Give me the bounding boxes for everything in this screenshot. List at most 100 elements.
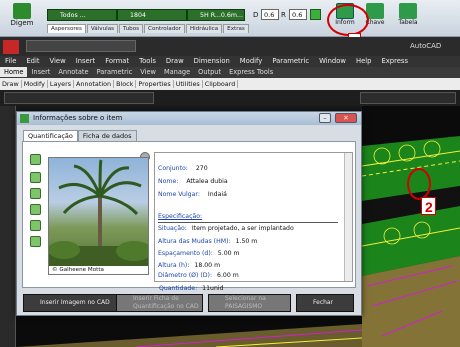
tab-home[interactable]: Home — [0, 67, 28, 77]
insert-quantification-button[interactable]: Inserir Ficha de Quantificação no CAD — [116, 294, 203, 312]
info-scrollbar[interactable] — [344, 153, 352, 281]
tab-insert[interactable]: Insert — [27, 67, 54, 77]
spec-value: 1.50 m — [235, 238, 258, 245]
close-window-button[interactable]: ✕ — [335, 113, 357, 123]
layer-toolbar[interactable] — [360, 92, 456, 104]
tab-valvulas[interactable]: Válvulas — [86, 24, 119, 33]
panel-properties[interactable]: Properties — [136, 80, 174, 88]
tab-ficha-de-dados[interactable]: Ficha de dados — [77, 130, 137, 141]
zoom-icon[interactable] — [30, 154, 41, 165]
menu-dimension[interactable]: Dimension — [194, 57, 230, 65]
menu-help[interactable]: Help — [356, 57, 372, 65]
tab-view[interactable]: View — [136, 67, 160, 77]
select-in-drawing-button[interactable]: Selecionar na PAISAGISMO — [208, 294, 291, 312]
dialog-titlebar[interactable]: Informações sobre o item – ✕ — [17, 112, 361, 125]
download-icon[interactable] — [30, 236, 41, 247]
drawing-svg — [362, 106, 460, 347]
image-edit-icon[interactable] — [30, 188, 41, 199]
plugin-ribbon: Digem Todos ... 1804 5H R...0.6m... D 0.… — [0, 0, 460, 37]
drawing-canvas-bottom[interactable] — [16, 316, 362, 347]
draw-toolbar[interactable] — [4, 92, 154, 104]
model-select[interactable]: 1804 — [117, 9, 187, 21]
menu-insert[interactable]: Insert — [76, 57, 96, 65]
tab-controlador[interactable]: Controlador — [144, 24, 185, 33]
menu-edit[interactable]: Edit — [26, 57, 39, 65]
r-input[interactable]: 0.6 — [289, 9, 307, 20]
select-in-drawing-label: Selecionar na PAISAGISMO — [225, 295, 266, 310]
nozzle-select[interactable]: 5H R...0.6m... — [187, 9, 245, 21]
tab-annotate[interactable]: Annotate — [54, 67, 92, 77]
menu-window[interactable]: Window — [319, 57, 346, 65]
panel-clipboard[interactable]: Clipboard — [202, 80, 239, 88]
field-label: Nome: — [158, 178, 179, 185]
field-label: Conjunto: — [158, 165, 188, 172]
menu-bar: File Edit View Insert Format Tools Draw Dimensi… — [0, 56, 460, 67]
spec-value: 11unid — [202, 285, 224, 292]
panel-utilities[interactable]: Utilities — [173, 80, 203, 88]
panel-layers[interactable]: Layers — [47, 80, 75, 88]
insert-image-button[interactable]: Inserir Imagem no CAD — [23, 294, 121, 312]
r-label: R — [281, 11, 286, 19]
spec-label: Situação: — [158, 225, 187, 232]
insert-quantification-label: Inserir Ficha de Quantificação no CAD — [133, 295, 199, 310]
panel-draw[interactable]: Draw — [0, 80, 22, 88]
quick-access-toolbar[interactable] — [26, 40, 136, 52]
tab-aspersores[interactable]: Aspersores — [47, 24, 86, 33]
menu-file[interactable]: File — [5, 57, 16, 65]
digem-icon — [13, 3, 31, 19]
panel-block[interactable]: Block — [114, 80, 137, 88]
spec-value: 6.00 m — [217, 272, 239, 279]
spec-header: Especificação: — [158, 213, 203, 220]
menu-modify[interactable]: Modify — [240, 57, 263, 65]
left-tool-palette[interactable] — [0, 106, 16, 347]
palm-tree-image — [49, 159, 148, 274]
tabela-label: Tabela — [398, 19, 418, 26]
tabela-icon — [399, 3, 417, 19]
fechar-label: Fechar — [313, 299, 334, 306]
spec-label: Espaçamento (d): — [158, 250, 213, 257]
spec-value: 18.00 m — [194, 262, 221, 269]
app-title: AutoCAD — [410, 42, 442, 50]
swap-icon[interactable] — [30, 220, 41, 231]
d-input[interactable]: 0.6 — [261, 9, 279, 20]
tabela-button[interactable]: Tabela — [393, 1, 423, 26]
panel-annotation[interactable]: Annotation — [74, 80, 115, 88]
panel-modify[interactable]: Modify — [21, 80, 48, 88]
field-value: 270 — [195, 165, 208, 172]
menu-tools[interactable]: Tools — [139, 57, 156, 65]
menu-view[interactable]: View — [50, 57, 66, 65]
fechar-button[interactable]: Fechar — [296, 294, 354, 312]
category-select[interactable]: Todos ... — [47, 9, 117, 21]
autocad-logo-icon[interactable] — [3, 40, 19, 54]
spec-label: Altura (h): — [158, 262, 190, 269]
spec-value: Item projetado, a ser implantado — [191, 225, 294, 232]
spec-label: Diâmetro (Ø) (D): — [158, 272, 213, 279]
menu-express[interactable]: Express — [381, 57, 408, 65]
tab-output[interactable]: Output — [194, 67, 225, 77]
ribbon-tab-bar: Home Insert Annotate Parametric View Manage Ou… — [0, 67, 460, 78]
d-label: D — [253, 11, 259, 19]
marker-box-2: 2 — [421, 197, 436, 215]
field-label: Nome Vulgar: — [158, 191, 200, 198]
drawing-canvas[interactable] — [362, 106, 460, 347]
digem-button[interactable]: Digem — [3, 1, 41, 27]
tab-extras[interactable]: Extras — [223, 24, 249, 33]
tab-quantificacao[interactable]: Quantificação — [23, 130, 78, 141]
tab-tubos[interactable]: Tubos — [119, 24, 144, 33]
tab-express-tools[interactable]: Express Tools — [225, 67, 277, 77]
menu-draw[interactable]: Draw — [166, 57, 184, 65]
toolbar-row — [0, 90, 460, 106]
insert-image-label: Inserir Imagem no CAD — [40, 299, 110, 306]
field-value: Indaiá — [207, 191, 227, 198]
divider — [158, 222, 338, 223]
tab-manage[interactable]: Manage — [160, 67, 194, 77]
menu-parametric[interactable]: Parametric — [272, 57, 309, 65]
image-icon[interactable] — [30, 172, 41, 183]
tab-parametric[interactable]: Parametric — [93, 67, 137, 77]
menu-format[interactable]: Format — [105, 57, 129, 65]
refresh-icon[interactable] — [30, 204, 41, 215]
minimize-button[interactable]: – — [319, 113, 331, 123]
dialog-title: Informações sobre o item — [33, 114, 123, 122]
tab-hidraulica[interactable]: Hidráulica — [185, 24, 223, 33]
apply-icon[interactable] — [310, 9, 321, 20]
